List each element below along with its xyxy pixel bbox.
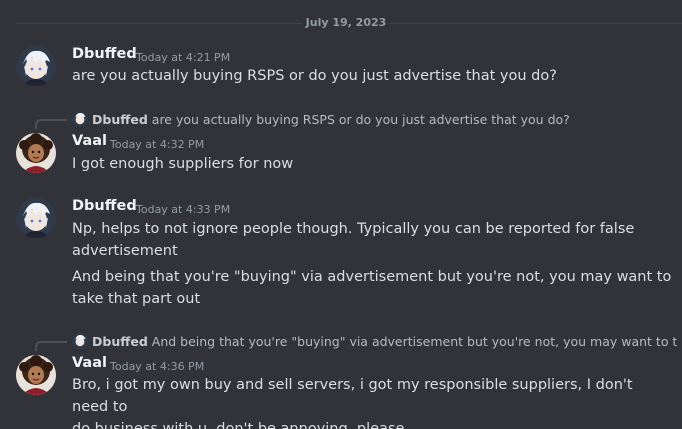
message-author[interactable]: Dbuffed (72, 46, 137, 62)
message-author[interactable]: Vaal (72, 133, 107, 149)
message-line: Bro, i got my own buy and sell servers, … (72, 377, 633, 415)
reply-author: Dbuffed (92, 334, 148, 349)
message-author[interactable]: Vaal (72, 355, 107, 371)
reply-avatar-icon (72, 333, 88, 349)
dbuffed-avatar-icon (16, 198, 56, 238)
message-line: advertisement (72, 243, 178, 259)
message-line: Np, helps to not ignore people though. T… (72, 221, 635, 237)
message-body: I got enough suppliers for now (72, 153, 672, 175)
vaal-avatar-icon (16, 355, 56, 395)
message-line: take that part out (72, 291, 201, 307)
reply-avatar-icon (72, 111, 88, 127)
message-body: Np, helps to not ignore people though. T… (72, 218, 672, 310)
message-line: do business with u, don't be annoying, p… (72, 421, 410, 429)
message-line: And being that you're "buying" via adver… (72, 269, 672, 285)
divider-line-left (16, 23, 302, 24)
reply-text: are you actually buying RSPS or do you j… (151, 112, 570, 127)
reply-author: Dbuffed (92, 112, 148, 127)
reply-text: And being that you're "buying" via adver… (151, 334, 677, 349)
message-author[interactable]: Dbuffed (72, 198, 137, 214)
message-body: are you actually buying RSPS or do you j… (72, 65, 672, 87)
avatar-vaal[interactable] (16, 133, 56, 173)
avatar-dbuffed[interactable] (16, 46, 56, 86)
message-body: Bro, i got my own buy and sell servers, … (72, 374, 672, 429)
reply-preview[interactable]: Dbuffed And being that you're "buying" vi… (72, 333, 677, 351)
reply-connector (35, 119, 67, 129)
date-divider: July 19, 2023 (0, 13, 682, 33)
avatar-dbuffed[interactable] (16, 198, 56, 238)
divider-line-right (390, 23, 682, 24)
avatar-vaal[interactable] (16, 355, 56, 395)
dbuffed-avatar-icon (16, 46, 56, 86)
date-divider-label: July 19, 2023 (305, 16, 387, 29)
message-timestamp: Today at 4:36 PM (110, 360, 205, 373)
reply-preview[interactable]: Dbuffed are you actually buying RSPS or d… (72, 111, 677, 129)
message-line: I got enough suppliers for now (72, 156, 294, 172)
message-timestamp: Today at 4:32 PM (110, 138, 205, 151)
message-timestamp: Today at 4:33 PM (136, 203, 231, 216)
vaal-avatar-icon (16, 133, 56, 173)
reply-connector (35, 341, 67, 351)
message-line: are you actually buying RSPS or do you j… (72, 68, 557, 84)
message-timestamp: Today at 4:21 PM (136, 51, 231, 64)
